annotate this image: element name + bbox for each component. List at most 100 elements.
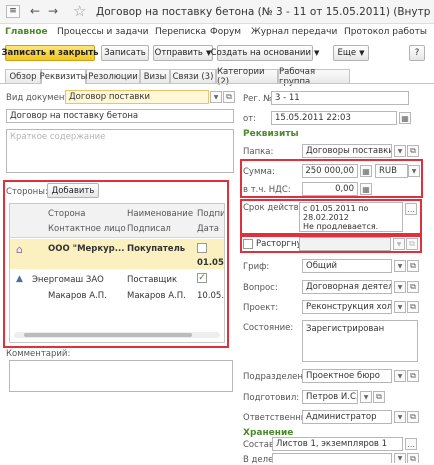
project-field[interactable]: Реконструкция холодного — [302, 300, 392, 314]
folder-dropdown[interactable]: ▼ — [394, 145, 406, 157]
open-icon: ⧉ — [376, 392, 382, 401]
nav-work-log[interactable]: Протокол работы — [344, 27, 427, 37]
open-icon: ⧉ — [410, 302, 416, 311]
case-dropdown[interactable]: ▼ — [394, 453, 406, 463]
state-field[interactable]: Зарегистрирован — [302, 320, 418, 362]
create-based-button[interactable]: Создать на основании ▼ — [211, 45, 319, 61]
currency-field[interactable]: RUB — [375, 164, 408, 178]
summary-field[interactable]: Краткое содержание — [6, 129, 234, 173]
resp-dropdown[interactable]: ▼ — [394, 411, 406, 423]
calculator-icon[interactable]: ▦ — [360, 165, 372, 177]
doc-type-dropdown[interactable]: ▼ — [210, 91, 222, 103]
comment-field[interactable] — [9, 360, 233, 392]
project-open[interactable]: ⧉ — [407, 301, 419, 313]
party-cell: Энергомаш ЗАО — [32, 275, 104, 285]
term-line-2: 28.02.2012 — [303, 213, 349, 222]
save-button[interactable]: Записать — [101, 45, 149, 61]
folder-open[interactable]: ⧉ — [407, 145, 419, 157]
date-cell: 01.05.11 — [197, 258, 224, 268]
help-button[interactable]: ? — [409, 45, 425, 61]
col-header-signer[interactable]: Подписал — [127, 224, 171, 234]
tab-workgroup[interactable]: Рабочая группа — [278, 67, 350, 87]
content-field[interactable]: Листов 1, экземпляров 1 — [272, 437, 403, 451]
date-cell: 10.05.11 — [197, 291, 225, 301]
dept-dropdown[interactable]: ▼ — [394, 370, 406, 382]
col-header-signed[interactable]: Подписа — [197, 209, 224, 219]
requisites-title: Реквизиты — [243, 129, 299, 139]
tab-links[interactable]: Связи (3) — [170, 69, 216, 83]
question-open[interactable]: ⧉ — [407, 281, 419, 293]
forward-icon[interactable]: → — [48, 4, 58, 18]
tab-categories[interactable]: Категории (2) — [216, 67, 278, 87]
more-button[interactable]: Еще ▼ — [333, 45, 369, 61]
dept-open[interactable]: ⧉ — [407, 370, 419, 382]
prepared-label: Подготовил: — [243, 393, 300, 403]
sum-field[interactable]: 250 000,00 — [302, 164, 358, 178]
folder-label: Папка: — [243, 147, 274, 157]
chevron-down-icon: ▼ — [359, 49, 365, 57]
table-row[interactable]: ⌂ ООО "Меркур... Покупатель 01.05.11 — [10, 239, 224, 269]
col-header-name[interactable]: Наименование — [127, 209, 193, 219]
tab-overview[interactable]: Обзор — [5, 69, 41, 83]
case-field[interactable] — [272, 453, 392, 463]
vat-field[interactable]: 0,00 — [302, 182, 358, 196]
table-row[interactable]: ▲ Энергомаш ЗАО Поставщик ✓ Макаров А.П.… — [10, 271, 225, 305]
open-icon: ⧉ — [410, 282, 416, 291]
nav-correspondence[interactable]: Переписка — [155, 27, 206, 37]
calendar-icon[interactable]: ▦ — [399, 112, 411, 124]
col-header-party[interactable]: Сторона — [48, 209, 85, 219]
chevron-down-icon: ▼ — [396, 240, 402, 248]
grif-open[interactable]: ⧉ — [407, 260, 419, 272]
tab-visas[interactable]: Визы — [140, 69, 170, 83]
add-side-button[interactable]: Добавить — [47, 183, 99, 198]
check-icon[interactable]: ✓ — [197, 273, 207, 283]
col-header-date[interactable]: Дата — [197, 224, 219, 234]
horizontal-scrollbar[interactable] — [14, 332, 220, 338]
tab-resolutions[interactable]: Резолюции — [86, 69, 140, 83]
prepared-dropdown[interactable]: ▼ — [360, 391, 372, 403]
menu-icon[interactable]: ≡ — [6, 5, 20, 18]
from-label: от: — [243, 114, 257, 124]
col-header-contact[interactable]: Контактное лицо — [48, 224, 126, 234]
doc-type-field[interactable]: Договор поставки — [65, 90, 209, 104]
case-open[interactable]: ⧉ — [407, 453, 419, 463]
save-close-button[interactable]: Записать и закрыть — [1, 45, 99, 61]
content-edit[interactable]: … — [405, 438, 417, 450]
prepared-open[interactable]: ⧉ — [373, 391, 385, 403]
nav-processes[interactable]: Процессы и задачи — [57, 27, 148, 37]
nav-main[interactable]: Главное — [5, 27, 48, 37]
calculator-icon[interactable]: ▦ — [360, 183, 372, 195]
chevron-down-icon: ▼ — [363, 393, 369, 401]
star-icon[interactable]: ☆ — [73, 2, 86, 20]
folder-field[interactable]: Договоры поставки — [302, 144, 392, 158]
title-field[interactable]: Договор на поставку бетона — [6, 109, 234, 123]
currency-dropdown[interactable]: ▼ — [408, 165, 420, 177]
term-edit[interactable]: … — [405, 203, 417, 215]
tab-details[interactable]: Реквизиты — [40, 69, 87, 84]
send-button[interactable]: Отправить ▼ — [153, 45, 213, 61]
open-icon: ⧉ — [409, 239, 415, 248]
grif-dropdown[interactable]: ▼ — [394, 260, 406, 272]
nav-transfer-log[interactable]: Журнал передачи — [251, 27, 337, 37]
project-dropdown[interactable]: ▼ — [394, 301, 406, 313]
project-label: Проект: — [243, 303, 279, 313]
grif-field[interactable]: Общий — [302, 259, 392, 273]
prepared-field[interactable]: Петров И.С. — [302, 390, 358, 404]
nav-forum[interactable]: Форум — [210, 27, 241, 37]
doc-type-open[interactable]: ⧉ — [223, 91, 235, 103]
scroll-thumb[interactable] — [24, 333, 192, 337]
from-field[interactable]: 15.05.2011 22:03 — [271, 111, 397, 125]
back-icon[interactable]: ← — [30, 4, 40, 18]
resp-field[interactable]: Администратор — [302, 410, 392, 424]
question-dropdown[interactable]: ▼ — [394, 281, 406, 293]
terminated-open: ⧉ — [406, 238, 418, 250]
state-label: Состояние: — [243, 323, 294, 333]
resp-open[interactable]: ⧉ — [407, 411, 419, 423]
signed-checkbox[interactable] — [197, 243, 207, 253]
question-field[interactable]: Договорная деятельность — [302, 280, 392, 294]
contact-cell: Макаров А.П. — [48, 291, 107, 301]
term-field[interactable]: с 01.05.2011 по 28.02.2012 Не продлевает… — [299, 202, 403, 232]
terminated-checkbox[interactable] — [243, 239, 253, 249]
reg-field[interactable]: 3 - 11 — [271, 91, 409, 105]
dept-field[interactable]: Проектное бюро — [302, 369, 392, 383]
